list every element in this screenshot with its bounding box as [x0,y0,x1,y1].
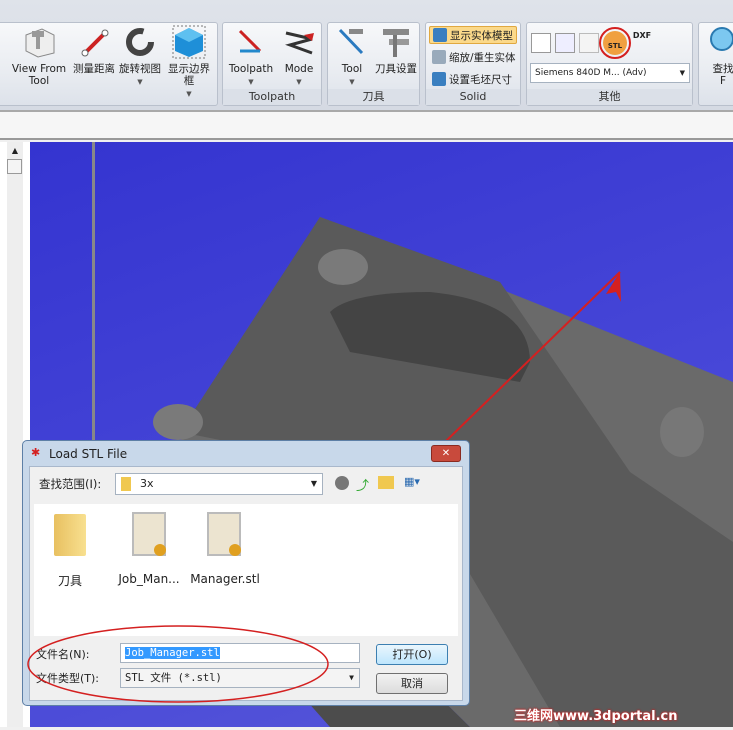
filename-input[interactable]: Job_Manager.stl [120,643,360,663]
view-menu-icon[interactable]: ▦▾ [404,475,420,488]
measure-icon [77,25,111,59]
mode-icon [282,25,316,59]
set-stock-size-button[interactable]: 设置毛坯尺寸 [429,70,515,88]
rotate-view-button[interactable]: 旋转视图 ▼ [117,25,163,88]
measure-distance-button[interactable]: 测量距离 [71,25,117,75]
toolpath-button[interactable]: Toolpath ▼ [225,25,277,88]
mode-button[interactable]: Mode ▼ [277,25,321,88]
look-in-select[interactable]: 3x ▼ [115,473,323,495]
load-dxf-button[interactable]: DXF [631,31,653,55]
splitter[interactable] [92,142,95,442]
tool-settings-icon [379,25,413,59]
toolpath-icon [234,25,268,59]
scroll-thumb[interactable] [7,159,22,174]
ribbon-group-solid: 显示实体模型 缩放/重生实体 设置毛坯尺寸 Solid [425,22,521,106]
load-stl-button[interactable]: STL [599,27,631,59]
view-from-tool-button[interactable]: View From Tool [11,25,67,87]
back-icon[interactable] [335,476,349,490]
dxf-icon: DXF [632,31,652,40]
machine-icon[interactable] [555,33,575,53]
up-folder-icon[interactable]: ⤴ [356,475,369,494]
bounding-box-icon [172,25,206,59]
ribbon-group-view: View From Tool 测量距离 旋转视图 ▼ 显示边界框 ▼ [0,22,218,106]
magnifier-icon [706,25,733,59]
file-list[interactable]: 刀具 Job_Man... Manager.stl [34,504,458,636]
ribbon-group-tool: Tool ▼ 刀具设置 刀具 [327,22,420,106]
zoom-solid-icon [432,50,446,64]
look-in-label: 查找范围(I): [39,477,102,491]
folder-icon [121,477,131,491]
load-stl-dialog: ✱ Load STL File ✕ 查找范围(I): 3x ▼ ⤴ ▦▾ 刀具 J… [22,440,470,706]
stock-icon[interactable] [579,33,599,53]
dialog-title: Load STL File [49,447,128,461]
ribbon-group-toolpath: Toolpath ▼ Mode ▼ Toolpath [222,22,322,106]
file-item[interactable]: Manager.stl [184,572,266,586]
show-bounding-box-button[interactable]: 显示边界框 ▼ [163,25,215,100]
find-button[interactable]: 查找 F [703,25,733,87]
chevron-down-icon: ▼ [349,673,354,682]
left-scrollbar[interactable]: ▲ [7,142,23,727]
tool-settings-button[interactable]: 刀具设置 [372,25,420,75]
ribbon-group-other: STL DXF Siemens 840D M... (Adv) ▼ 其他 [526,22,693,106]
folder-icon [54,514,86,556]
open-button[interactable]: 打开(O) [376,644,448,665]
watermark: 三维网www.3dportal.cn [514,709,678,724]
filetype-label: 文件类型(T): [36,672,100,685]
axis-icon[interactable] [531,33,551,53]
stl-icon: STL [607,42,623,50]
filename-label: 文件名(N): [36,648,90,661]
dialog-body: 查找范围(I): 3x ▼ ⤴ ▦▾ 刀具 Job_Man... Manager.… [29,466,463,701]
file-item[interactable]: Job_Man... [109,572,189,586]
file-item[interactable]: 刀具 [30,572,110,589]
ribbon-group-find: 查找 F [698,22,733,106]
ribbon: View From Tool 测量距离 旋转视图 ▼ 显示边界框 ▼ Toolpat… [0,0,733,110]
view-from-tool-icon [22,25,56,59]
stl-file-icon [207,512,241,556]
tool-button[interactable]: Tool ▼ [330,25,374,88]
chevron-down-icon: ▼ [679,69,685,77]
toolbar-strip [0,110,733,140]
stl-file-icon [132,512,166,556]
rotate-icon [123,25,157,59]
chevron-down-icon: ▼ [310,479,317,488]
controller-select[interactable]: Siemens 840D M... (Adv) ▼ [530,63,690,83]
app-icon: ✱ [31,446,41,459]
zoom-regen-solid-button[interactable]: 缩放/重生实体 [429,48,519,66]
show-solid-button[interactable]: 显示实体模型 [429,26,517,44]
tool-icon [335,25,369,59]
stock-size-icon [432,72,446,86]
cancel-button[interactable]: 取消 [376,673,448,694]
new-folder-icon[interactable] [378,476,394,489]
close-button[interactable]: ✕ [431,445,461,462]
solid-icon [433,28,447,42]
filetype-select[interactable]: STL 文件 (*.stl) ▼ [120,668,360,688]
scroll-up-icon[interactable]: ▲ [7,146,23,155]
